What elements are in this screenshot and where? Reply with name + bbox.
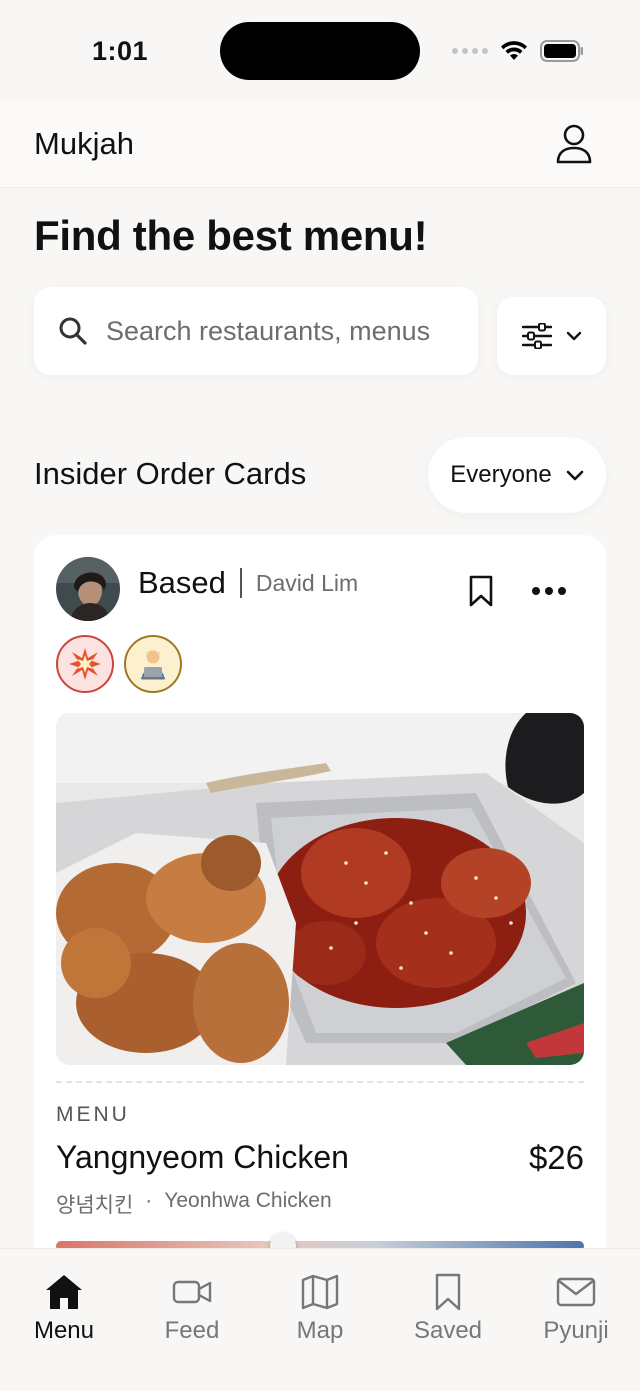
explosion-icon [69, 648, 101, 680]
video-icon [172, 1280, 212, 1304]
order-card[interactable]: Based David Lim MENU Yangnyeom Chicken $… [34, 535, 606, 1315]
tab-map[interactable]: Map [256, 1249, 384, 1391]
tab-menu[interactable]: Menu [0, 1249, 128, 1391]
separator: · [145, 1189, 153, 1212]
author-handle[interactable]: David Lim [256, 570, 358, 597]
search-input[interactable] [106, 315, 446, 347]
user-icon [556, 124, 592, 164]
divider [56, 1081, 584, 1083]
section-title: Insider Order Cards [34, 456, 307, 491]
restaurant-name[interactable]: Yeonhwa Chicken [164, 1189, 331, 1219]
wifi-icon [501, 41, 527, 60]
status-bar: 1:01 [0, 0, 640, 100]
audience-label: Everyone [450, 461, 552, 488]
bookmark-icon [469, 575, 493, 607]
search-box[interactable] [34, 287, 478, 375]
badge-icon[interactable] [124, 635, 182, 693]
page-headline: Find the best menu! [34, 212, 428, 259]
bookmark-icon [435, 1273, 461, 1311]
battery-icon [540, 40, 583, 62]
menu-label: MENU [56, 1103, 130, 1126]
menu-subtitle: 양념치킨 · Yeonhwa Chicken [56, 1189, 332, 1219]
tab-label: Pyunji [543, 1317, 609, 1344]
signal-icon [452, 48, 488, 54]
audience-dropdown[interactable]: Everyone [428, 437, 606, 513]
status-time: 1:01 [92, 36, 149, 66]
menu-price: $26 [528, 1139, 584, 1176]
author-name[interactable]: Based [138, 565, 226, 601]
app-title: Mukjah [34, 126, 134, 161]
menu-name: Yangnyeom Chicken [56, 1139, 349, 1175]
tab-label: Feed [164, 1317, 220, 1344]
sliders-icon [521, 323, 552, 349]
food-photo[interactable] [56, 713, 584, 1065]
author-info: Based David Lim [138, 565, 358, 601]
tab-label: Map [296, 1317, 344, 1344]
filter-button[interactable] [497, 297, 606, 375]
divider [239, 568, 242, 598]
menu-name-korean: 양념치킨 [56, 1194, 134, 1217]
search-icon [59, 317, 87, 345]
tab-pyunji[interactable]: Pyunji [512, 1249, 640, 1391]
tab-label: Saved [413, 1317, 483, 1344]
mail-icon [556, 1277, 596, 1307]
app-header: Mukjah [0, 100, 640, 188]
badge-icon[interactable] [56, 635, 114, 693]
tab-feed[interactable]: Feed [128, 1249, 256, 1391]
tab-saved[interactable]: Saved [384, 1249, 512, 1391]
map-icon [301, 1274, 339, 1310]
chevron-down-icon [566, 470, 583, 480]
tab-label: Menu [33, 1317, 95, 1344]
technologist-icon [141, 650, 165, 680]
avatar[interactable] [56, 557, 120, 621]
tab-bar: Menu Feed Map Saved Pyunji [0, 1248, 640, 1391]
home-icon [46, 1275, 82, 1309]
chevron-down-icon [566, 331, 581, 341]
bookmark-button[interactable] [468, 575, 498, 609]
more-options-button[interactable] [532, 583, 568, 599]
status-icons [452, 40, 584, 62]
dynamic-island [220, 22, 420, 80]
profile-button[interactable] [554, 122, 594, 166]
